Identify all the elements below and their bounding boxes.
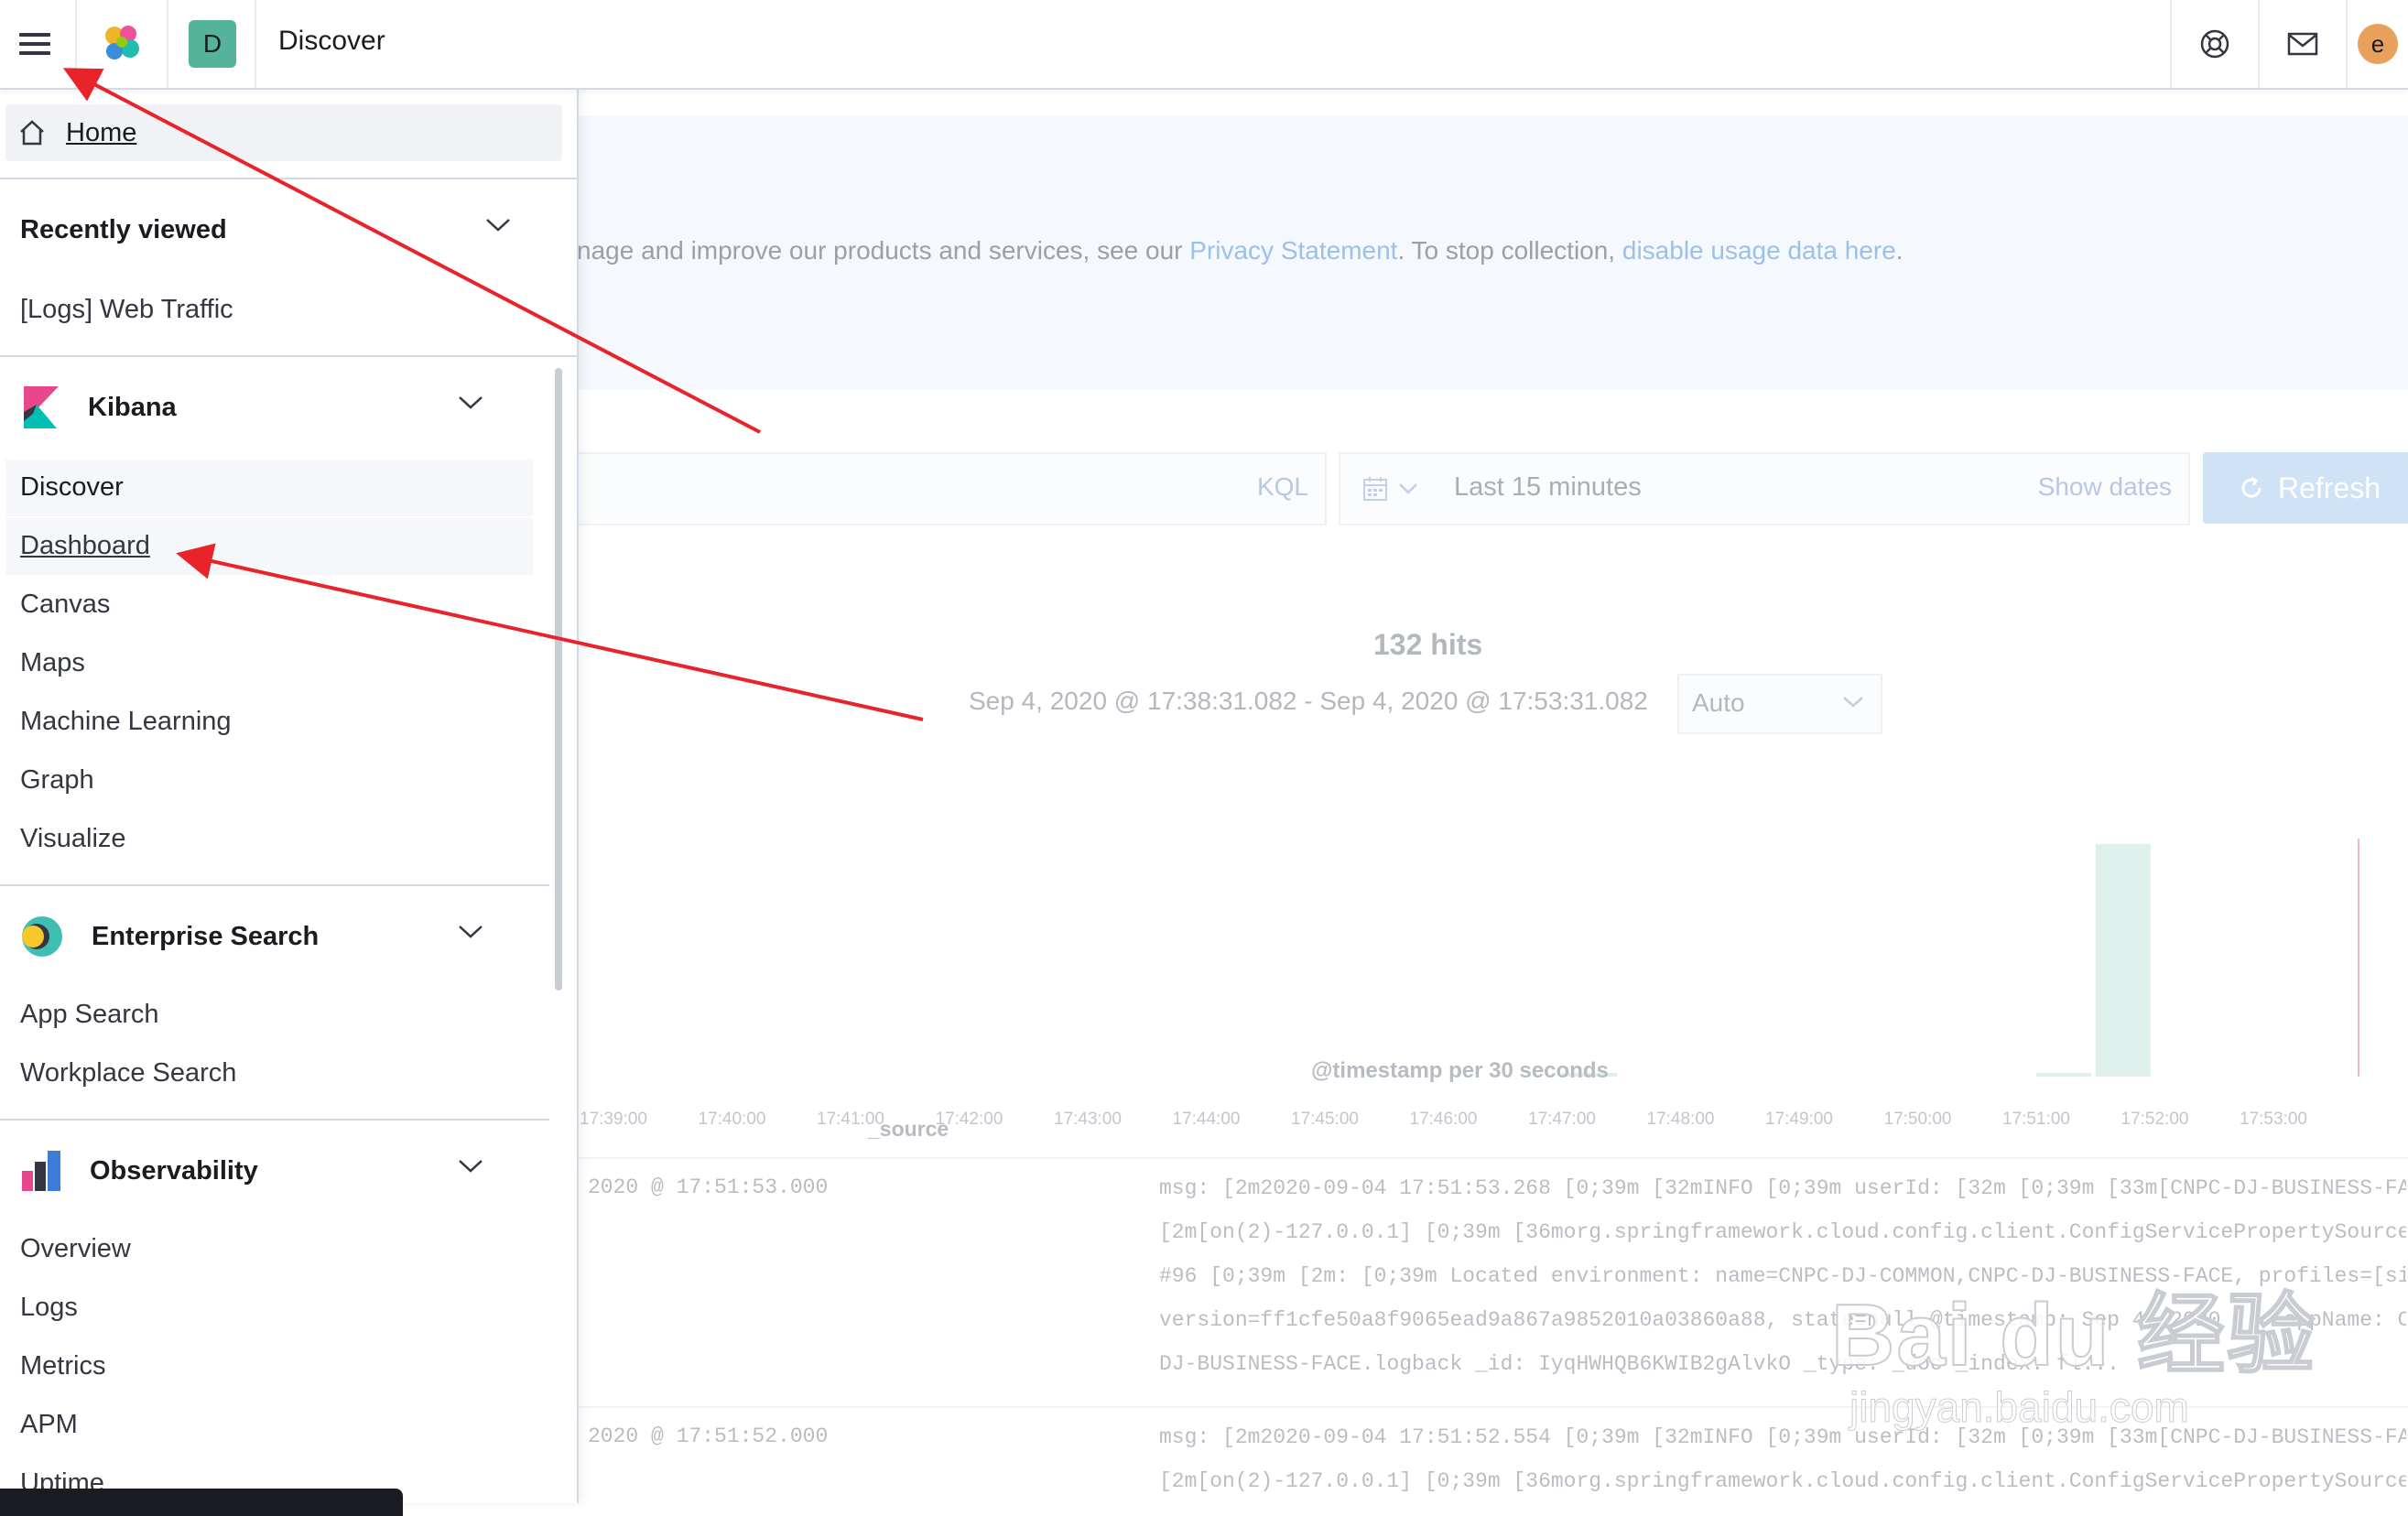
space-badge: D xyxy=(189,20,236,68)
chevron-down-icon xyxy=(1843,697,1863,708)
observability-section-title: Observability xyxy=(90,1155,258,1186)
enterprise-search-section-title: Enterprise Search xyxy=(92,921,320,951)
nav-home[interactable]: Home xyxy=(5,104,562,161)
x-tick-label: 17:46:00 xyxy=(1410,1110,1478,1129)
top-header: D Discover e xyxy=(0,0,2408,90)
recently-viewed-header[interactable]: Recently viewed xyxy=(0,198,549,262)
nav-scrollbar[interactable] xyxy=(555,368,562,991)
source-line: msg: [2m2020-09-04 17:51:53.268 [0;39m [… xyxy=(1159,1176,2406,1200)
kibana-section-title: Kibana xyxy=(88,392,177,422)
home-icon xyxy=(20,120,44,146)
x-tick-label: 17:50:00 xyxy=(1884,1110,1952,1129)
mail-icon[interactable] xyxy=(2260,0,2346,88)
chevron-down-icon xyxy=(1399,483,1417,494)
telemetry-callout: nage and improve our products and servic… xyxy=(577,115,2408,390)
x-tick-label: 17:53:00 xyxy=(2240,1110,2307,1129)
link-tooltip xyxy=(0,1489,403,1516)
refresh-button[interactable]: Refresh xyxy=(2203,452,2408,524)
nav-item-maps[interactable]: Maps xyxy=(20,648,85,678)
refresh-label: Refresh xyxy=(2278,471,2381,504)
watermark-main-text: Bai du 经验 xyxy=(1830,1285,2317,1385)
menu-icon[interactable] xyxy=(0,0,70,88)
enterprise-search-section-header[interactable]: Enterprise Search xyxy=(0,904,549,969)
search-input[interactable]: KQL xyxy=(577,452,1327,525)
chevron-down-icon xyxy=(459,1160,483,1173)
nav-item-apm[interactable]: APM xyxy=(20,1410,78,1440)
x-tick-label: 17:51:00 xyxy=(2002,1110,2070,1129)
date-picker[interactable]: Last 15 minutes Show dates xyxy=(1437,452,2190,525)
source-line: [2m[on(2)-127.0.0.1] [0;39m [36morg.spri… xyxy=(1159,1220,2406,1244)
observability-logo-icon xyxy=(22,1151,60,1191)
help-icon[interactable] xyxy=(2172,0,2258,88)
nav-item-metrics[interactable]: Metrics xyxy=(20,1351,105,1381)
show-dates-link[interactable]: Show dates xyxy=(2038,472,2172,502)
x-tick-label: 17:39:00 xyxy=(580,1110,647,1129)
source-line: [2m[on(2)-127.0.0.1] [0;39m [36morg.spri… xyxy=(1159,1469,2406,1493)
interval-value: Auto xyxy=(1692,688,1745,717)
time-range-label: Last 15 minutes xyxy=(1454,472,1642,502)
nav-item-machine-learning[interactable]: Machine Learning xyxy=(20,707,232,737)
nav-item-logs[interactable]: Logs xyxy=(20,1293,78,1323)
histogram-bar[interactable] xyxy=(2095,843,2151,1077)
interval-select[interactable]: Auto xyxy=(1677,674,1882,734)
telemetry-text: nage and improve our products and servic… xyxy=(577,236,1904,265)
callout-text-middle: . To stop collection, xyxy=(1397,236,1622,265)
observability-section-header[interactable]: Observability xyxy=(0,1139,549,1203)
row-timestamp[interactable]: 2020 @ 17:51:52.000 xyxy=(588,1424,828,1448)
source-line: msg: [2m2020-09-04 17:51:52.554 [0;39m [… xyxy=(1159,1425,2406,1449)
x-tick-label: 17:40:00 xyxy=(699,1110,766,1129)
refresh-icon xyxy=(2241,476,2262,498)
nav-item-discover[interactable]: Discover xyxy=(20,472,124,503)
callout-text-start: nage and improve our products and servic… xyxy=(577,236,1190,265)
disable-usage-link[interactable]: disable usage data here xyxy=(1622,236,1896,265)
x-tick-label: 17:49:00 xyxy=(1765,1110,1833,1129)
user-menu[interactable]: e xyxy=(2348,0,2408,88)
histogram-bar[interactable] xyxy=(2036,1073,2091,1077)
baidu-watermark: Bai du 经验 jingyan.baidu.com xyxy=(1830,1263,2317,1432)
chevron-down-icon xyxy=(459,926,483,938)
x-tick-label: 17:48:00 xyxy=(1647,1110,1715,1129)
nav-item-graph[interactable]: Graph xyxy=(20,765,94,796)
nav-item-app-search[interactable]: App Search xyxy=(20,1000,159,1030)
x-tick-label: 17:43:00 xyxy=(1054,1110,1122,1129)
recently-viewed-title: Recently viewed xyxy=(20,214,227,244)
callout-text-end: . xyxy=(1895,236,1904,265)
kql-toggle[interactable]: KQL xyxy=(1257,472,1308,502)
elastic-logo-icon[interactable] xyxy=(77,0,165,88)
x-tick-label: 17:47:00 xyxy=(1528,1110,1596,1129)
nav-item-workplace-search[interactable]: Workplace Search xyxy=(20,1058,236,1088)
chevron-down-icon xyxy=(459,396,483,409)
kibana-logo-icon xyxy=(24,386,59,428)
row-timestamp[interactable]: 2020 @ 17:51:53.000 xyxy=(588,1175,828,1199)
avatar: e xyxy=(2358,24,2398,64)
date-range-text: Sep 4, 2020 @ 17:38:31.082 - Sep 4, 2020… xyxy=(969,687,1648,715)
x-tick-label: 17:45:00 xyxy=(1291,1110,1359,1129)
x-tick-label: 17:52:00 xyxy=(2121,1110,2189,1129)
nav-item-visualize[interactable]: Visualize xyxy=(20,824,126,854)
nav-home-label: Home xyxy=(66,117,137,147)
nav-item-dashboard[interactable]: Dashboard xyxy=(20,531,150,561)
enterprise-search-logo-icon xyxy=(22,916,62,957)
watermark-sub-text: jingyan.baidu.com xyxy=(1849,1383,2190,1432)
page-title: Discover xyxy=(278,26,385,56)
nav-item-canvas[interactable]: Canvas xyxy=(20,590,110,620)
privacy-statement-link[interactable]: Privacy Statement xyxy=(1189,236,1397,265)
x-tick-label: 17:44:00 xyxy=(1173,1110,1241,1129)
space-switcher[interactable]: D xyxy=(168,0,256,88)
chevron-down-icon xyxy=(486,219,510,232)
x-axis-title: @timestamp per 30 seconds xyxy=(1311,1058,1609,1083)
source-column-header: _source xyxy=(868,1117,949,1141)
side-nav: Home Recently viewed [Logs] Web Traffic … xyxy=(0,88,579,1503)
hits-count: 132 hits xyxy=(1373,628,1483,661)
kibana-section-header[interactable]: Kibana xyxy=(0,375,549,439)
calendar-icon xyxy=(1363,477,1387,501)
nav-item-overview[interactable]: Overview xyxy=(20,1234,131,1264)
recent-item-logs-web-traffic[interactable]: [Logs] Web Traffic xyxy=(20,295,233,325)
quick-select-button[interactable] xyxy=(1339,452,1441,525)
